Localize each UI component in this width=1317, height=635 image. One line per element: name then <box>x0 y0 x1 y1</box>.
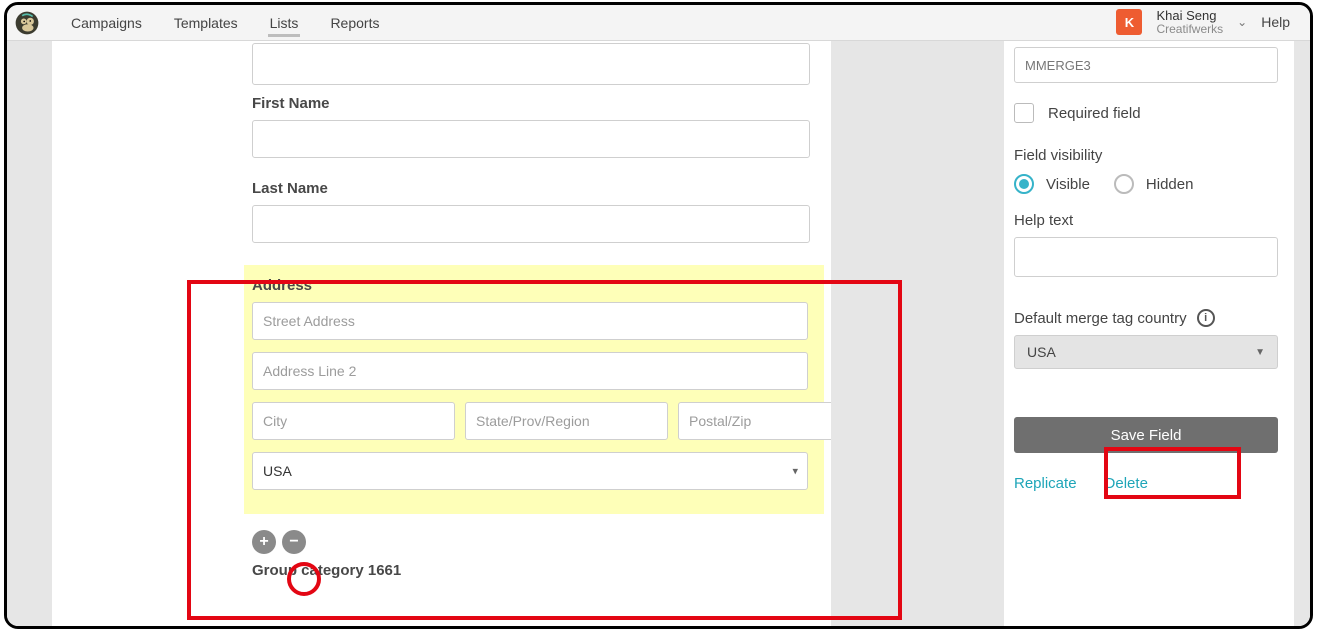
nav-lists[interactable]: Lists <box>268 9 301 37</box>
nav-reports[interactable]: Reports <box>328 9 381 37</box>
left-gutter <box>7 41 52 626</box>
spacer <box>831 41 1004 626</box>
save-field-button[interactable]: Save Field <box>1014 417 1278 453</box>
street-address-input[interactable] <box>252 302 808 340</box>
help-text-input[interactable] <box>1014 237 1278 277</box>
default-country-label: Default merge tag country <box>1014 310 1187 327</box>
right-gutter <box>1294 41 1310 626</box>
chevron-down-icon: ▼ <box>1255 347 1265 358</box>
nav-templates[interactable]: Templates <box>172 9 240 37</box>
nav-campaigns[interactable]: Campaigns <box>69 9 144 37</box>
last-name-input[interactable] <box>252 205 810 243</box>
user-name: Khai Seng <box>1156 9 1223 23</box>
add-field-button[interactable]: + <box>252 530 276 554</box>
field-settings-panel: Required field Field visibility Visible … <box>1004 41 1294 626</box>
user-block[interactable]: Khai Seng Creatifwerks <box>1156 9 1223 36</box>
required-label: Required field <box>1048 105 1141 122</box>
country-select[interactable]: ▾ <box>252 452 808 490</box>
hidden-radio[interactable] <box>1114 174 1134 194</box>
visible-radio-label: Visible <box>1046 176 1090 193</box>
visible-radio[interactable] <box>1014 174 1034 194</box>
first-name-input[interactable] <box>252 120 810 158</box>
chevron-down-icon[interactable]: ⌄ <box>1237 15 1247 29</box>
info-icon[interactable]: i <box>1197 309 1215 327</box>
hidden-radio-label: Hidden <box>1146 176 1194 193</box>
state-input[interactable] <box>465 402 668 440</box>
group-category-label: Group category 1661 <box>252 562 799 579</box>
remove-field-button[interactable]: − <box>282 530 306 554</box>
mailchimp-logo[interactable] <box>7 5 47 41</box>
address-block[interactable]: Address ▾ <box>244 265 824 514</box>
default-country-select[interactable]: USA ▼ <box>1014 335 1278 369</box>
address-label: Address <box>252 277 816 294</box>
email-field-partial[interactable] <box>252 43 810 85</box>
city-input[interactable] <box>252 402 455 440</box>
visibility-title: Field visibility <box>1014 147 1278 164</box>
last-name-label: Last Name <box>252 180 799 197</box>
zip-input[interactable] <box>678 402 831 440</box>
user-org: Creatifwerks <box>1156 23 1223 36</box>
first-name-label: First Name <box>252 95 799 112</box>
replicate-link[interactable]: Replicate <box>1014 475 1077 492</box>
default-country-value: USA <box>1027 344 1056 360</box>
topbar: Campaigns Templates Lists Reports K Khai… <box>7 5 1310 41</box>
merge-tag-name-input[interactable] <box>1014 47 1278 83</box>
help-text-title: Help text <box>1014 212 1278 229</box>
country-select-value[interactable] <box>252 452 808 490</box>
form-builder-canvas: First Name Last Name Address <box>52 41 831 626</box>
address-line2-input[interactable] <box>252 352 808 390</box>
required-checkbox[interactable] <box>1014 103 1034 123</box>
main-nav: Campaigns Templates Lists Reports <box>69 9 381 37</box>
help-link[interactable]: Help <box>1261 14 1290 30</box>
delete-link[interactable]: Delete <box>1105 475 1148 492</box>
avatar[interactable]: K <box>1116 9 1142 35</box>
